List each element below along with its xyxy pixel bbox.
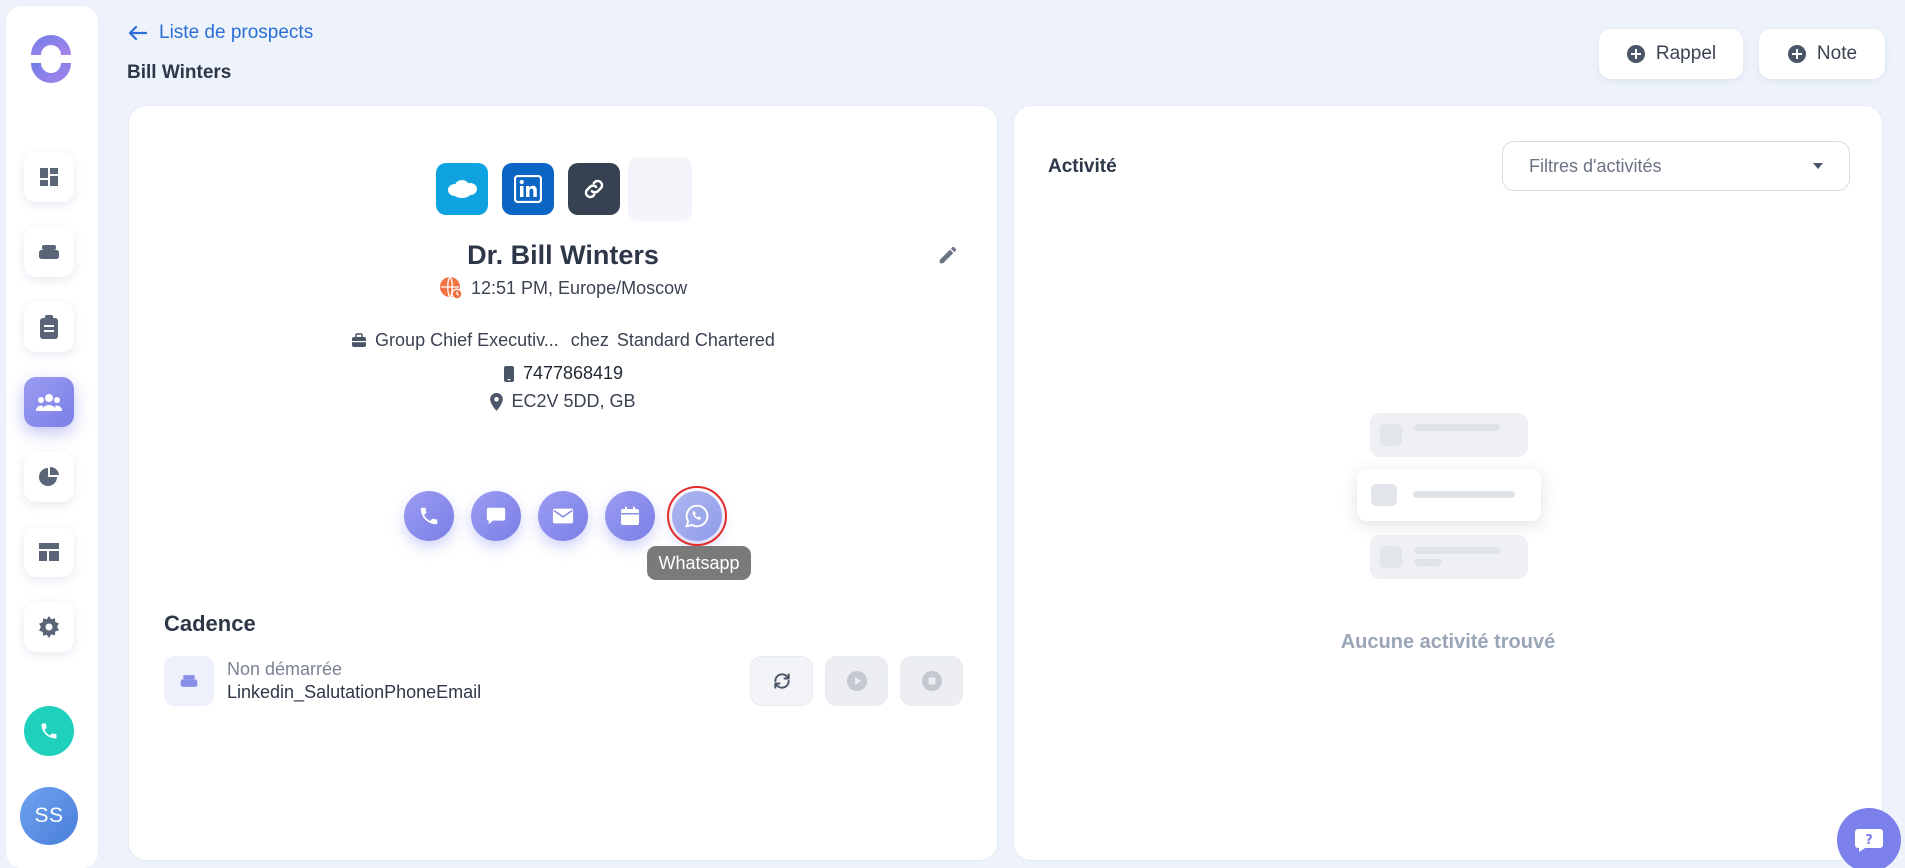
clipboard-icon — [40, 315, 58, 339]
whatsapp-tooltip: Whatsapp — [647, 546, 751, 580]
empty-activity-text: Aucune activité trouvé — [1340, 631, 1556, 653]
sidebar-item-analytics[interactable] — [24, 452, 74, 502]
phone-number[interactable]: 7477868419 — [523, 363, 623, 384]
phone-icon — [41, 723, 57, 739]
caret-down-icon — [1813, 163, 1823, 169]
activity-filter-placeholder: Filtres d'activités — [1529, 155, 1662, 176]
map-pin-icon — [490, 392, 504, 411]
cadence-icon-box — [164, 656, 214, 706]
note-button[interactable]: Note — [1759, 29, 1885, 79]
change-cadence-button[interactable] — [750, 656, 813, 706]
salesforce-link-button[interactable] — [436, 163, 488, 215]
sidebar-item-cadences[interactable] — [24, 227, 74, 277]
briefcase-icon — [352, 333, 367, 347]
linkedin-icon — [514, 175, 542, 203]
calendar-icon — [621, 506, 639, 525]
sidebar-item-templates[interactable] — [24, 527, 74, 577]
phone-icon — [420, 507, 438, 525]
dashboard-icon — [40, 168, 58, 186]
edit-prospect-button[interactable] — [937, 244, 959, 271]
note-label: Note — [1816, 43, 1858, 64]
prospect-card: Dr. Bill Winters 12:51 PM, Europe/Moscow… — [128, 105, 998, 861]
prospect-name: Dr. Bill Winters — [467, 240, 659, 270]
pie-chart-icon — [39, 466, 59, 486]
template-icon — [39, 543, 59, 561]
play-circle-icon — [846, 671, 867, 691]
page-title: Bill Winters — [127, 62, 232, 83]
softphone-button[interactable] — [24, 706, 74, 756]
phone-row: 7477868419 — [129, 363, 997, 384]
activity-filter-select[interactable]: Filtres d'activités — [1502, 141, 1850, 191]
sidebar-item-settings[interactable] — [24, 602, 74, 652]
time-zone-text: 12:51 PM, Europe/Moscow — [471, 277, 688, 298]
app-logo-icon[interactable] — [25, 33, 77, 85]
gear-icon — [39, 616, 59, 638]
help-chat-icon: ? — [1855, 829, 1883, 852]
pencil-icon — [939, 246, 957, 264]
envelope-icon — [552, 508, 574, 524]
plus-circle-icon — [1787, 45, 1806, 63]
salesforce-icon — [448, 180, 477, 198]
extra-link-placeholder — [628, 157, 692, 221]
time-zone-row: 12:51 PM, Europe/Moscow — [439, 276, 687, 300]
users-icon — [36, 394, 62, 411]
rappel-label: Rappel — [1655, 43, 1717, 64]
help-chat-button[interactable]: ? — [1837, 808, 1901, 868]
sidebar-item-prospects[interactable] — [24, 377, 74, 427]
call-button[interactable] — [404, 491, 454, 541]
company-name: Standard Chartered — [616, 330, 775, 350]
sidebar-item-tasks[interactable] — [24, 302, 74, 352]
back-to-prospects-link[interactable]: Liste de prospects — [127, 22, 313, 44]
location-text: EC2V 5DD, GB — [511, 391, 636, 411]
email-button[interactable] — [538, 491, 588, 541]
back-link-label: Liste de prospects — [159, 22, 314, 43]
activity-title: Activité — [1048, 156, 1117, 177]
sms-button[interactable] — [471, 491, 521, 541]
cadence-section-title: Cadence — [164, 611, 256, 636]
at-label: chez — [570, 330, 609, 350]
start-cadence-button[interactable] — [825, 656, 888, 706]
layers-icon — [180, 675, 198, 687]
activity-card: Activité Filtres d'activités Aucune acti… — [1013, 105, 1883, 861]
whatsapp-button[interactable] — [667, 486, 727, 546]
location-row: EC2V 5DD, GB — [129, 391, 997, 412]
cadence-name[interactable]: Linkedin_SalutationPhoneEmail — [227, 682, 481, 703]
meeting-button[interactable] — [605, 491, 655, 541]
globe-clock-icon — [440, 276, 463, 300]
layers-icon — [39, 245, 59, 259]
link-icon — [584, 179, 604, 199]
mobile-phone-icon — [503, 365, 514, 382]
job-row: Group Chief Executiv... chez Standard Ch… — [129, 330, 997, 351]
job-title: Group Chief Executiv... — [375, 330, 559, 350]
linkedin-link-button[interactable] — [502, 163, 554, 215]
sidebar: SS — [6, 6, 98, 868]
plus-circle-icon — [1626, 45, 1645, 63]
arrow-left-icon — [128, 25, 147, 41]
cadence-status: Non démarrée — [227, 659, 343, 679]
stop-circle-icon — [921, 671, 942, 691]
whatsapp-icon — [685, 504, 709, 528]
chat-bubble-icon — [486, 507, 506, 525]
refresh-icon — [773, 673, 790, 689]
avatar[interactable]: SS — [20, 787, 78, 845]
sidebar-item-dashboard[interactable] — [24, 152, 74, 202]
website-link-button[interactable] — [568, 163, 620, 215]
rappel-button[interactable]: Rappel — [1599, 29, 1743, 79]
svg-text:?: ? — [1865, 833, 1873, 848]
stop-cadence-button[interactable] — [900, 656, 963, 706]
